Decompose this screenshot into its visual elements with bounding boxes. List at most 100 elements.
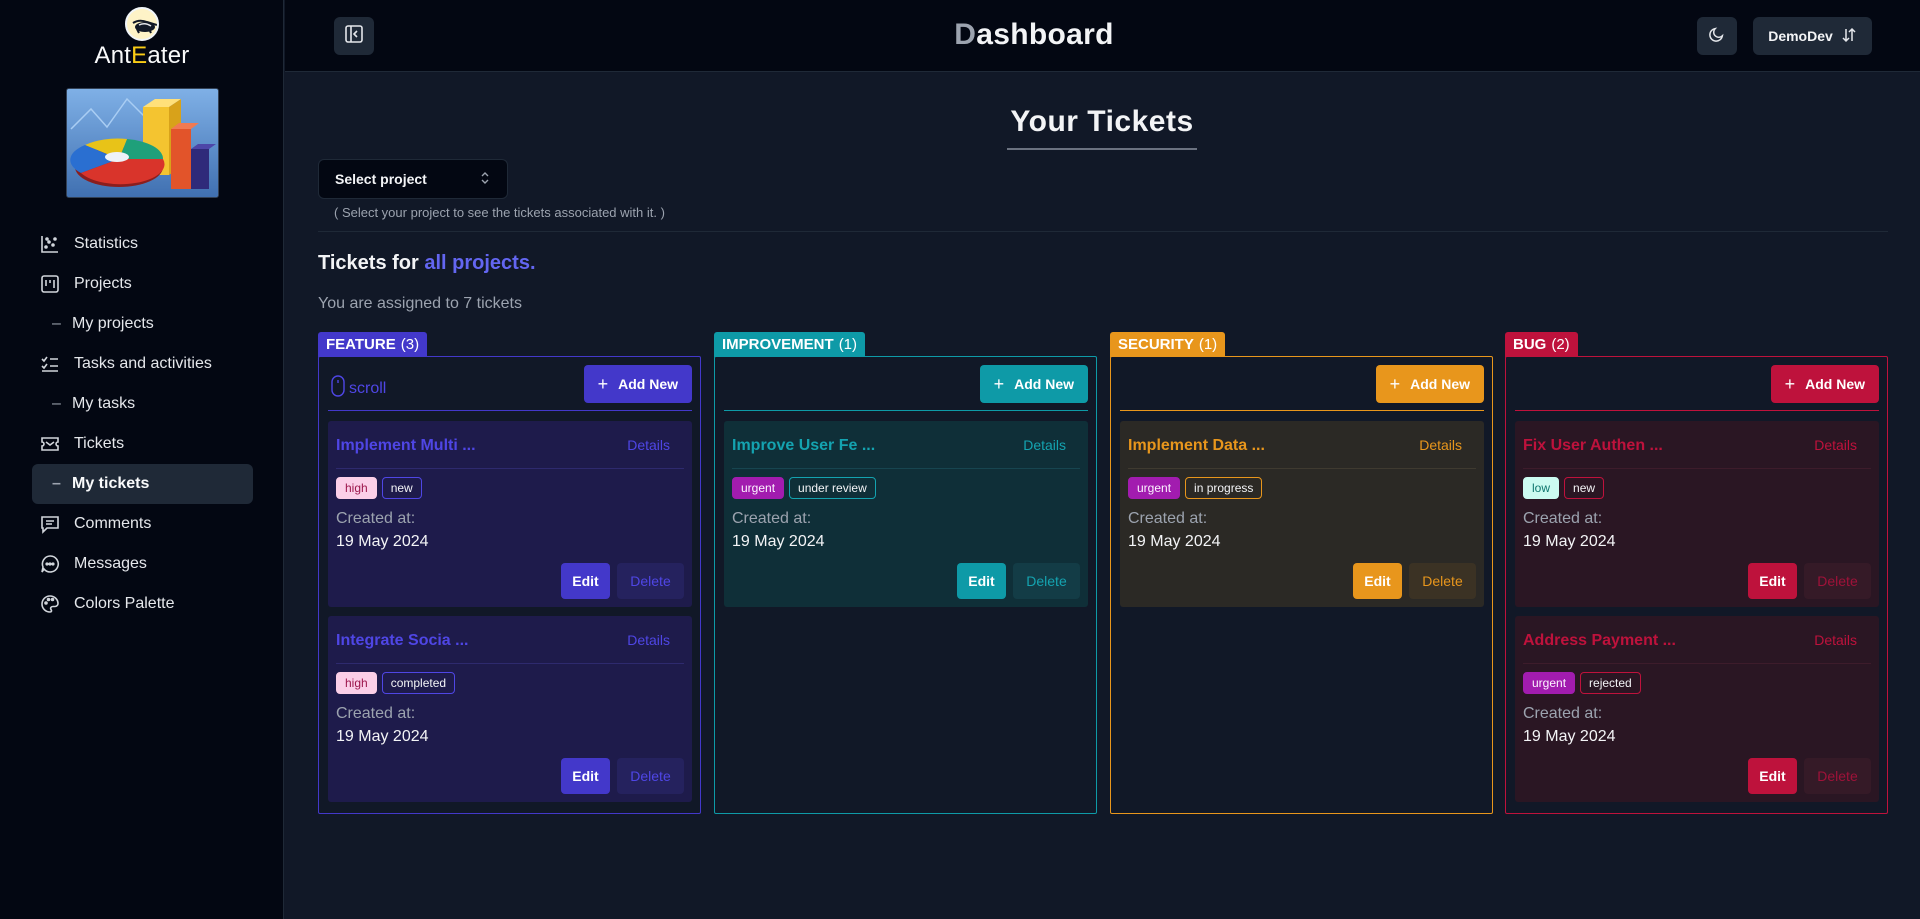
comment-icon bbox=[40, 514, 60, 534]
created-date: 19 May 2024 bbox=[732, 533, 825, 550]
mouse-icon bbox=[331, 375, 345, 402]
created-date: 19 May 2024 bbox=[336, 533, 429, 550]
user-name: DemoDev bbox=[1768, 28, 1833, 44]
status-badge: completed bbox=[381, 672, 456, 694]
edit-button[interactable]: Edit bbox=[1353, 563, 1402, 599]
sidebar-item-my-tickets[interactable]: – My tickets bbox=[32, 464, 253, 504]
details-link[interactable]: Details bbox=[1814, 437, 1857, 453]
delete-button[interactable]: Delete bbox=[1804, 758, 1871, 794]
moon-icon bbox=[1708, 25, 1726, 48]
ticket-title[interactable]: Integrate Socia ... bbox=[336, 632, 468, 650]
add-new-button[interactable]: + Add New bbox=[1770, 365, 1879, 403]
created-label: Created at: bbox=[336, 510, 416, 527]
ticket-card: Address Payment ... Details urgent rejec… bbox=[1515, 616, 1879, 802]
project-select[interactable]: Select project bbox=[318, 159, 508, 199]
ticket-title[interactable]: Implement Multi ... bbox=[336, 437, 476, 455]
add-new-button[interactable]: + Add New bbox=[583, 365, 692, 403]
card-divider bbox=[1523, 468, 1871, 469]
header-title: Dashboard bbox=[954, 18, 1114, 51]
ticket-title[interactable]: Implement Data ... bbox=[1128, 437, 1265, 455]
ticket-title[interactable]: Improve User Fe ... bbox=[732, 437, 875, 455]
sidebar-item-label: Tasks and activities bbox=[74, 355, 212, 372]
sidebar-item-label: Colors Palette bbox=[74, 595, 175, 612]
edit-button[interactable]: Edit bbox=[1748, 758, 1797, 794]
status-badge: new bbox=[381, 477, 422, 499]
dash-icon: – bbox=[52, 475, 61, 492]
column-header: scroll + Add New bbox=[328, 365, 692, 411]
divider bbox=[318, 231, 1888, 232]
delete-button[interactable]: Delete bbox=[617, 563, 684, 599]
created-label: Created at: bbox=[1523, 705, 1603, 722]
delete-button[interactable]: Delete bbox=[1013, 563, 1080, 599]
sidebar-item-messages[interactable]: Messages bbox=[32, 544, 253, 584]
sidebar-item-my-projects[interactable]: – My projects bbox=[32, 304, 253, 344]
sort-arrows-icon bbox=[1841, 27, 1857, 46]
delete-button[interactable]: Delete bbox=[617, 758, 684, 794]
edit-button[interactable]: Edit bbox=[561, 758, 610, 794]
sidebar-item-label: My tasks bbox=[72, 395, 136, 412]
status-badge: in progress bbox=[1185, 477, 1263, 499]
edit-button[interactable]: Edit bbox=[561, 563, 610, 599]
ticket-card: Implement Data ... Details urgent in pro… bbox=[1120, 421, 1484, 607]
details-link[interactable]: Details bbox=[1814, 632, 1857, 648]
sidebar-nav: Statistics Projects – My projects Tasks … bbox=[32, 224, 253, 624]
details-link[interactable]: Details bbox=[627, 437, 670, 453]
priority-badge: high bbox=[336, 672, 377, 694]
priority-badge: low bbox=[1523, 477, 1560, 499]
priority-badge: urgent bbox=[1523, 672, 1576, 694]
details-link[interactable]: Details bbox=[627, 632, 670, 648]
column-tab: SECURITY (1) bbox=[1110, 332, 1226, 357]
column-tab: IMPROVEMENT (1) bbox=[714, 332, 866, 357]
plus-icon: + bbox=[1389, 374, 1401, 394]
column-header: + Add New bbox=[1120, 365, 1484, 411]
sidebar-item-my-tasks[interactable]: – My tasks bbox=[32, 384, 253, 424]
sidebar-item-comments[interactable]: Comments bbox=[32, 504, 253, 544]
page-title: Your Tickets bbox=[1010, 105, 1194, 138]
card-divider bbox=[732, 468, 1080, 469]
ticket-title[interactable]: Fix User Authen ... bbox=[1523, 437, 1663, 455]
delete-button[interactable]: Delete bbox=[1409, 563, 1476, 599]
sidebar-item-tickets[interactable]: Tickets bbox=[32, 424, 253, 464]
ticket-icon bbox=[40, 434, 60, 454]
created-label: Created at: bbox=[1523, 510, 1603, 527]
sidebar-item-colors-palette[interactable]: Colors Palette bbox=[32, 584, 253, 624]
plus-icon: + bbox=[597, 374, 609, 394]
hero-illustration bbox=[66, 88, 219, 198]
chevrons-up-down-icon bbox=[479, 171, 491, 188]
priority-badge: urgent bbox=[732, 477, 785, 499]
details-link[interactable]: Details bbox=[1419, 437, 1462, 453]
sidebar-item-tasks[interactable]: Tasks and activities bbox=[32, 344, 253, 384]
column-tab: FEATURE (3) bbox=[318, 332, 428, 357]
sidebar-item-statistics[interactable]: Statistics bbox=[32, 224, 253, 264]
column-feature: FEATURE (3) scroll + Add New Implement Mul… bbox=[318, 332, 701, 814]
title-underline bbox=[1007, 148, 1197, 150]
brand-name: AntEater bbox=[94, 42, 190, 69]
theme-toggle-button[interactable] bbox=[1697, 17, 1737, 55]
ticket-card: Improve User Fe ... Details urgent under… bbox=[724, 421, 1088, 607]
sidebar-item-projects[interactable]: Projects bbox=[32, 264, 253, 304]
add-new-button[interactable]: + Add New bbox=[1375, 365, 1484, 403]
card-divider bbox=[336, 468, 684, 469]
card-divider bbox=[336, 663, 684, 664]
top-header: Dashboard DemoDev bbox=[285, 0, 1920, 72]
assigned-count: You are assigned to 7 tickets bbox=[318, 295, 522, 312]
sidebar-item-label: My tickets bbox=[72, 475, 150, 492]
sidebar-item-label: Projects bbox=[74, 275, 132, 292]
priority-badge: high bbox=[336, 477, 377, 499]
palette-icon bbox=[40, 594, 60, 614]
column-header: + Add New bbox=[1515, 365, 1879, 411]
created-date: 19 May 2024 bbox=[336, 728, 429, 745]
created-label: Created at: bbox=[732, 510, 812, 527]
ticket-title[interactable]: Address Payment ... bbox=[1523, 632, 1676, 650]
column-tab: BUG (2) bbox=[1505, 332, 1578, 357]
anteater-logo-icon bbox=[125, 7, 159, 41]
add-new-button[interactable]: + Add New bbox=[979, 365, 1088, 403]
details-link[interactable]: Details bbox=[1023, 437, 1066, 453]
column-bug: BUG (2) + Add New Fix User Authen ... Deta… bbox=[1505, 332, 1888, 814]
edit-button[interactable]: Edit bbox=[957, 563, 1006, 599]
plus-icon: + bbox=[993, 374, 1005, 394]
message-circle-icon bbox=[40, 554, 60, 574]
delete-button[interactable]: Delete bbox=[1804, 563, 1871, 599]
user-menu-button[interactable]: DemoDev bbox=[1753, 17, 1872, 55]
edit-button[interactable]: Edit bbox=[1748, 563, 1797, 599]
